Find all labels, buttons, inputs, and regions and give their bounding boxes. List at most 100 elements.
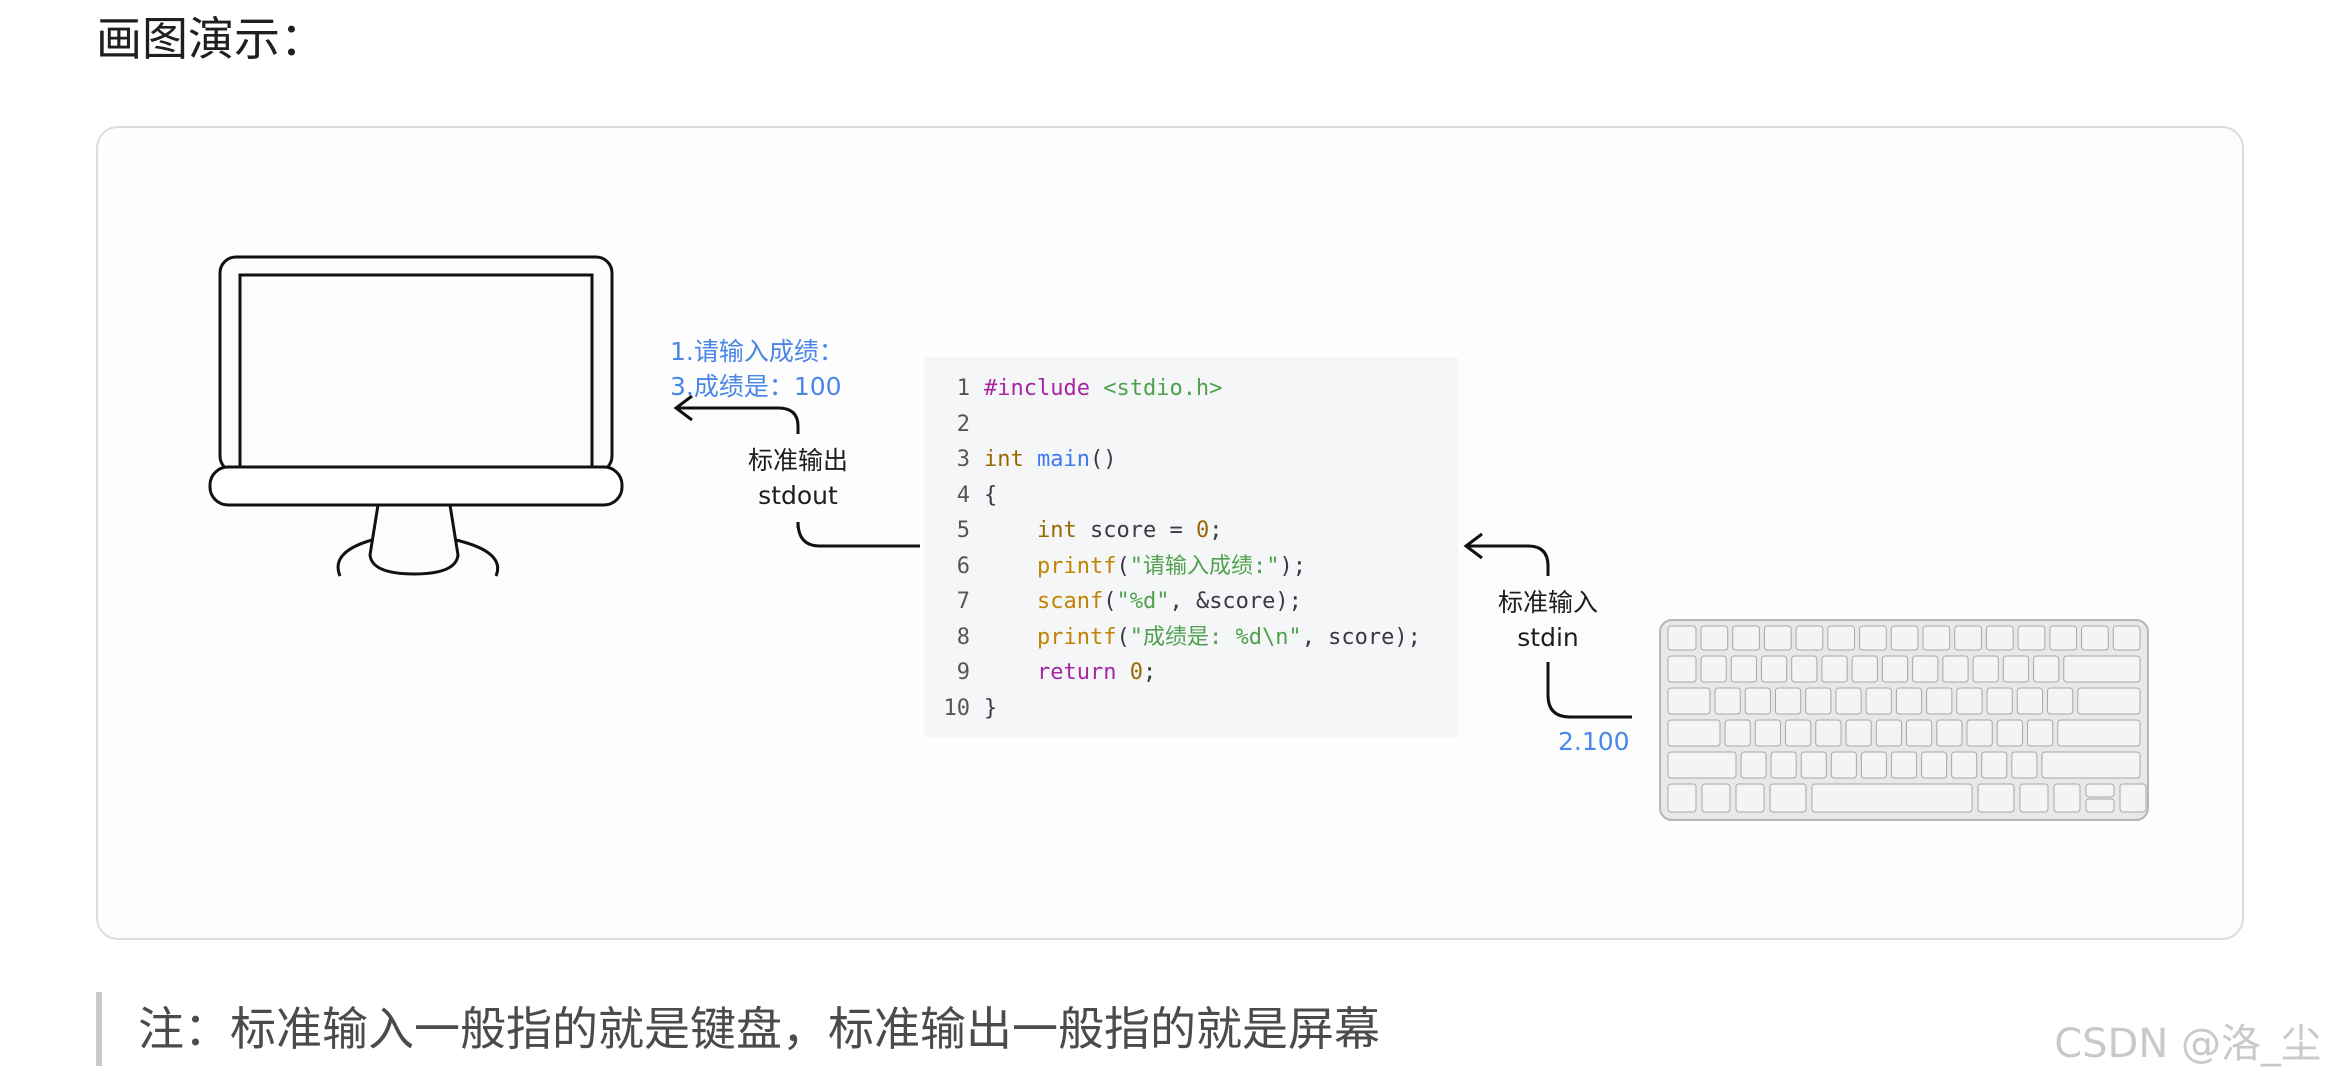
keyboard-key	[1966, 719, 1993, 747]
code-line: 5 int score = 0;	[956, 518, 1223, 543]
keyboard-key	[1845, 719, 1872, 747]
keyboard-key	[1811, 783, 1973, 813]
keyboard-key	[1936, 719, 1963, 747]
keyboard-key	[2041, 751, 2141, 779]
stdin-label-cn: 标准输入	[1497, 588, 1598, 617]
keyboard-key	[1942, 655, 1969, 683]
keyboard-key	[1895, 687, 1923, 715]
keyboard-key	[1860, 751, 1887, 779]
keyboard-key	[1859, 625, 1887, 651]
keyboard-key	[1667, 625, 1697, 651]
code-line: 3 int main()	[956, 447, 1117, 472]
keyboard-key	[2047, 687, 2074, 715]
keyboard-key	[1985, 625, 2014, 651]
monitor-icon	[208, 255, 624, 577]
keyboard-key	[2033, 655, 2060, 683]
keyboard-key	[2057, 719, 2141, 747]
keyboard-key	[1827, 625, 1856, 651]
keyboard-key	[1667, 687, 1711, 715]
keyboard-key	[1732, 625, 1760, 651]
stdout-label-cn: 标准输出	[747, 446, 848, 475]
keyboard-key	[2085, 783, 2115, 798]
keyboard-key	[1763, 625, 1792, 651]
keyboard-key	[2017, 625, 2046, 651]
code-line: 6 printf("请输入成绩:");	[956, 553, 1306, 579]
keyboard-key	[1740, 751, 1767, 779]
keyboard-key	[1996, 719, 2023, 747]
keyboard-key	[1700, 625, 1729, 651]
keyboard-key	[1774, 687, 1802, 715]
keyboard-key	[1972, 655, 1999, 683]
input-value: 2.100	[1558, 727, 1630, 756]
keyboard-key	[2002, 655, 2030, 683]
keyboard-key	[2063, 655, 2141, 683]
keyboard-key	[1667, 719, 1721, 747]
keyboard-key	[1835, 687, 1862, 715]
keyboard-key	[1667, 751, 1737, 779]
code-line: 2	[956, 411, 970, 437]
keyboard-key	[1770, 751, 1797, 779]
keyboard-key	[1981, 751, 2008, 779]
output-prompt-1: 1.请输入成绩：	[670, 337, 844, 366]
keyboard-key	[1951, 751, 1978, 779]
keyboard-key	[2027, 719, 2054, 747]
keyboard-key	[2016, 687, 2044, 715]
keyboard-key	[1921, 751, 1948, 779]
keyboard-key	[1744, 687, 1771, 715]
keyboard-key	[2049, 625, 2078, 651]
keyboard-key	[1714, 687, 1741, 715]
keyboard-key	[1815, 719, 1842, 747]
keyboard-key	[1865, 687, 1892, 715]
keyboard-key	[2081, 625, 2109, 651]
keyboard-key	[1760, 655, 1788, 683]
keyboard-key	[1785, 719, 1812, 747]
code-block: 1 #include <stdio.h> 2 3 int main() 4 { …	[924, 357, 1458, 737]
keyboard-key	[1956, 687, 1983, 715]
note-blockquote: 注：标准输入一般指的就是键盘，标准输出一般指的就是屏幕	[96, 992, 1380, 1066]
keyboard-key	[1977, 783, 2015, 813]
keyboard-key	[1735, 783, 1765, 813]
stdin-label-en: stdin	[1517, 623, 1579, 652]
keyboard-key	[1830, 751, 1857, 779]
keyboard-key	[1890, 751, 1918, 779]
code-line: 7 scanf("%d", &score);	[956, 589, 1302, 614]
keyboard-key	[1701, 783, 1731, 813]
keyboard-key	[1821, 655, 1848, 683]
keyboard-key	[1890, 625, 1919, 651]
keyboard-key	[1805, 687, 1832, 715]
keyboard-key	[1851, 655, 1878, 683]
keyboard-key	[1730, 655, 1757, 683]
keyboard-key	[2019, 783, 2049, 813]
keyboard-key	[1875, 719, 1902, 747]
output-prompt-3: 3.成绩是：100	[670, 372, 842, 401]
watermark: CSDN @洛_尘	[2054, 1021, 2321, 1067]
keyboard-key	[1906, 719, 1933, 747]
keyboard-key	[1754, 719, 1781, 747]
code-line: 1 #include <stdio.h>	[956, 376, 1223, 401]
keyboard-key	[1769, 783, 1807, 813]
keyboard-key	[2011, 751, 2038, 779]
keyboard-key	[1922, 625, 1951, 651]
keyboard-key	[2112, 625, 2141, 651]
code-line: 8 printf("成绩是: %d\n", score);	[956, 624, 1421, 650]
code-line: 10 }	[943, 695, 998, 721]
keyboard-icon	[1659, 619, 2149, 821]
keyboard-key	[1912, 655, 1939, 683]
keyboard-key	[1791, 655, 1818, 683]
stdout-label-en: stdout	[758, 481, 838, 510]
keyboard-key	[1667, 783, 1697, 813]
code-line: 9 return 0;	[956, 660, 1157, 685]
keyboard-key	[1800, 751, 1827, 779]
keyboard-key	[1795, 625, 1824, 651]
keyboard-key	[1954, 625, 1982, 651]
keyboard-key	[1667, 655, 1697, 683]
keyboard-key	[2053, 783, 2081, 813]
code-line: 4 {	[956, 482, 998, 508]
keyboard-key	[1724, 719, 1751, 747]
keyboard-key	[2077, 687, 2141, 715]
keyboard-key	[2085, 798, 2115, 813]
keyboard-key	[2119, 783, 2147, 813]
keyboard-key	[1881, 655, 1909, 683]
keyboard-key	[1700, 655, 1727, 683]
keyboard-key	[1926, 687, 1953, 715]
